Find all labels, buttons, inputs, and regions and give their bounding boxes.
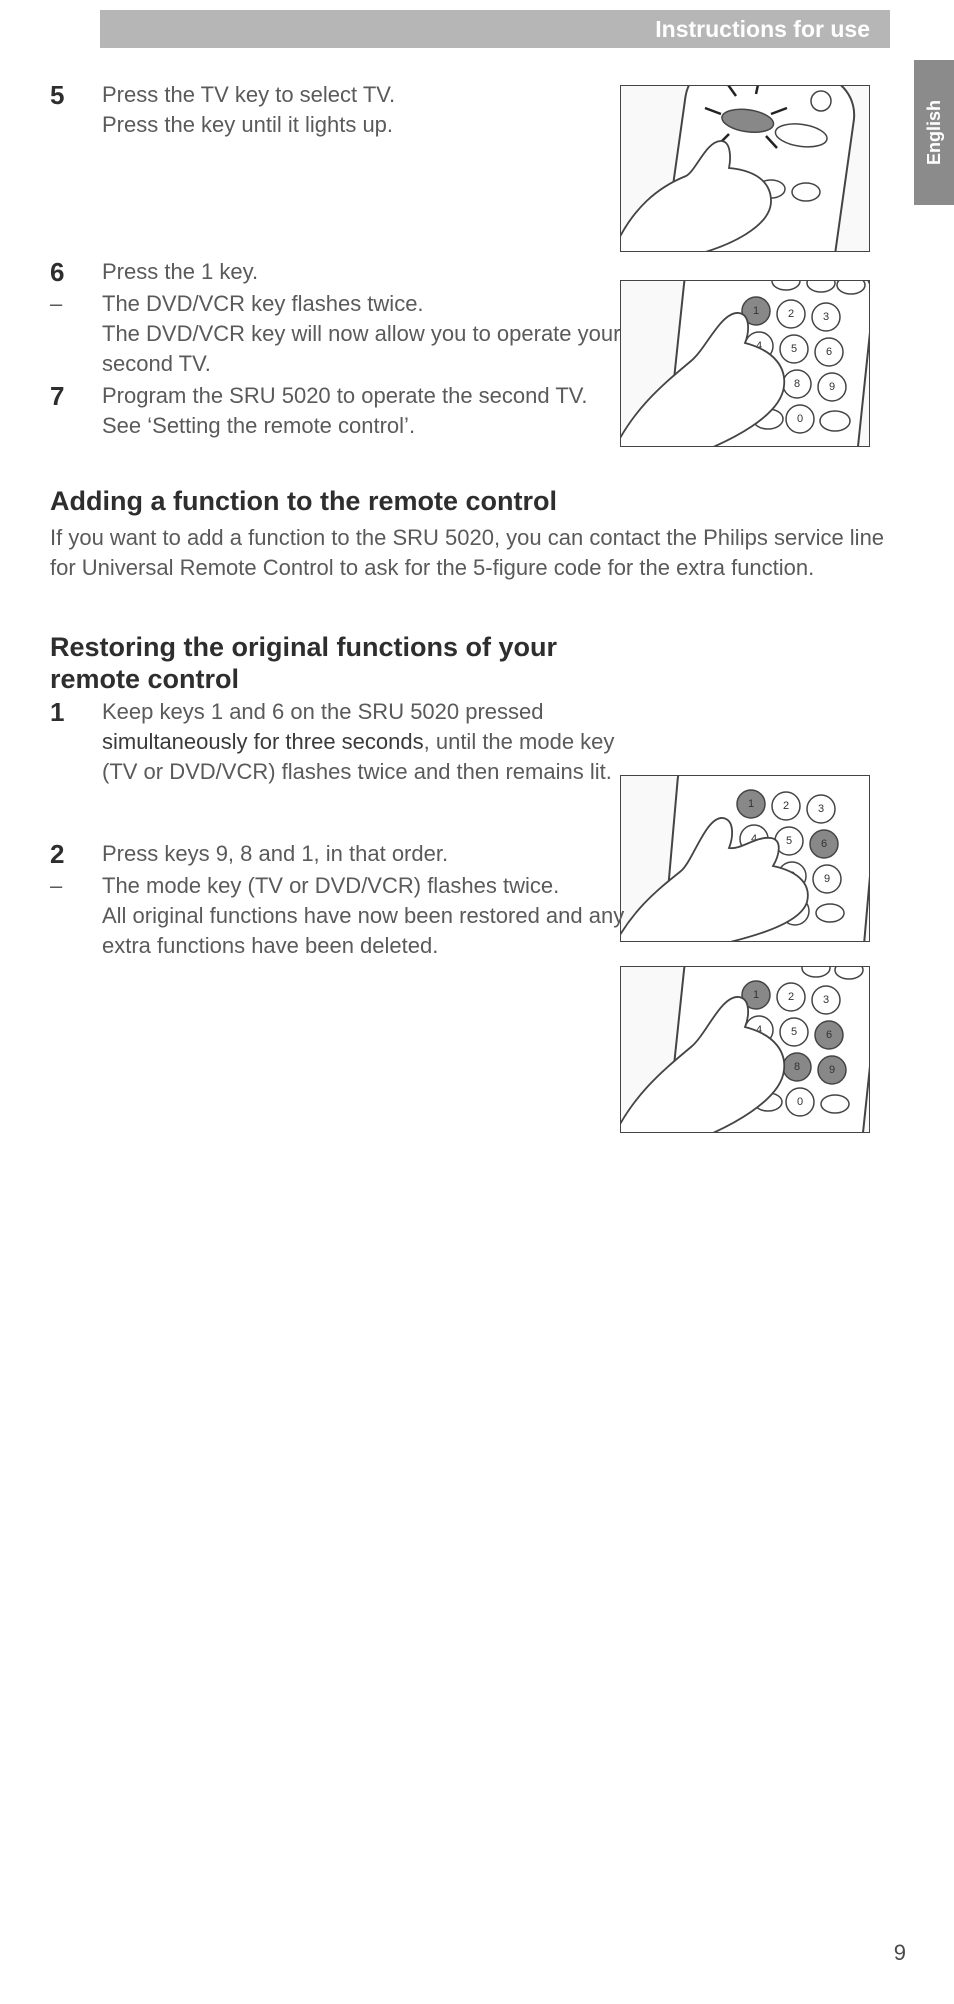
step-7: 7 Program the SRU 5020 to operate the se… <box>50 381 900 441</box>
step-text: The mode key (TV or DVD/VCR) flashes twi… <box>102 871 900 961</box>
step-text-part: Keep keys 1 and 6 on the SRU 5020 presse… <box>102 699 544 724</box>
header-title: Instructions for use <box>655 16 870 43</box>
step-line: Press the TV key to select TV. <box>102 82 395 107</box>
step-number: 6 <box>50 257 102 287</box>
restore-step-2-result: – The mode key (TV or DVD/VCR) flashes t… <box>50 871 900 961</box>
svg-text:6: 6 <box>826 1029 832 1041</box>
restore-step-1: 1 Keep keys 1 and 6 on the SRU 5020 pres… <box>50 697 900 787</box>
para-adding-function: If you want to add a function to the SRU… <box>50 523 900 583</box>
svg-text:9: 9 <box>829 1064 835 1076</box>
svg-text:0: 0 <box>797 1096 803 1108</box>
page-number: 9 <box>894 1940 906 1966</box>
step-text: The DVD/VCR key flashes twice. The DVD/V… <box>102 289 900 379</box>
svg-text:5: 5 <box>791 1026 797 1038</box>
content-area: 5 Press the TV key to select TV. Press t… <box>50 80 900 963</box>
step-dash: – <box>50 871 102 961</box>
step-text: Keep keys 1 and 6 on the SRU 5020 presse… <box>102 697 900 787</box>
step-5: 5 Press the TV key to select TV. Press t… <box>50 80 900 140</box>
step-number: 7 <box>50 381 102 441</box>
heading-adding-function: Adding a function to the remote control <box>50 486 900 517</box>
step-line: See ‘Setting the remote control’. <box>102 413 415 438</box>
step-dash: – <box>50 289 102 379</box>
step-6: 6 Press the 1 key. <box>50 257 900 287</box>
step-number: 2 <box>50 839 102 869</box>
header-bar: Instructions for use <box>100 10 890 48</box>
step-number: 1 <box>50 697 102 787</box>
step-line: The mode key (TV or DVD/VCR) flashes twi… <box>102 873 559 898</box>
step-line: The DVD/VCR key will now allow you to op… <box>102 321 620 376</box>
svg-text:3: 3 <box>823 994 829 1006</box>
svg-text:8: 8 <box>794 1061 800 1073</box>
figure-press-981-icon: 1 2 3 4 5 6 7 8 9 0 <box>620 966 870 1133</box>
language-label: English <box>924 100 945 165</box>
step-6-result: – The DVD/VCR key flashes twice. The DVD… <box>50 289 900 379</box>
step-line: Press the key until it lights up. <box>102 112 393 137</box>
step-line: All original functions have now been res… <box>102 903 624 958</box>
step-number: 5 <box>50 80 102 140</box>
step-line: The DVD/VCR key flashes twice. <box>102 291 424 316</box>
svg-text:2: 2 <box>788 991 794 1003</box>
svg-text:1: 1 <box>753 989 759 1001</box>
step-line: Program the SRU 5020 to operate the seco… <box>102 383 588 408</box>
language-tab: English <box>914 60 954 205</box>
step-text: Press keys 9, 8 and 1, in that order. <box>102 839 900 869</box>
step-text: Program the SRU 5020 to operate the seco… <box>102 381 900 441</box>
restore-step-2: 2 Press keys 9, 8 and 1, in that order. <box>50 839 900 869</box>
step-text-bold: simultaneously for three seconds <box>102 729 424 754</box>
step-text: Press the 1 key. <box>102 257 900 287</box>
step-text: Press the TV key to select TV. Press the… <box>102 80 900 140</box>
heading-restoring: Restoring the original functions of your… <box>50 631 900 695</box>
